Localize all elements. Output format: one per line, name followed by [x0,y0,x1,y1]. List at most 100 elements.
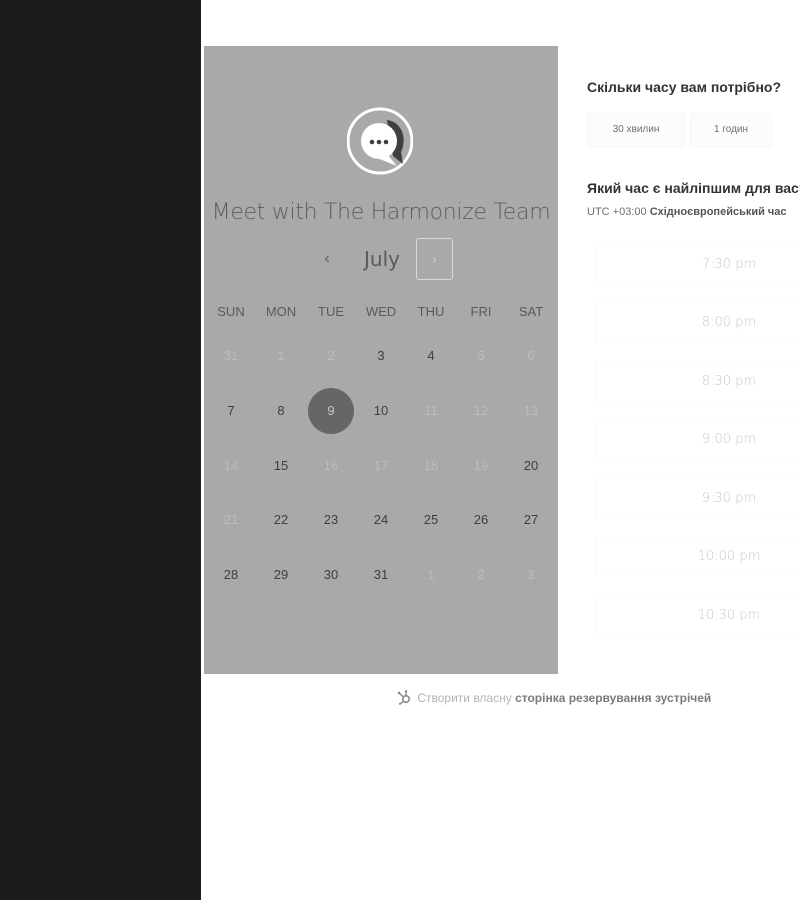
calendar-day[interactable]: 29 [256,548,306,603]
weekday-label: SAT [518,304,544,319]
time-slot-label: 9:30 pm [701,491,757,506]
calendar-day-number: 7 [227,403,235,419]
calendar-day-number: 6 [527,348,535,364]
time-slot-button[interactable]: 10:30 pm [596,595,800,635]
timezone-offset: UTC +03:00 [587,206,647,218]
duration-option-1-hour-button[interactable]: 1 годин [690,113,772,147]
calendar-day-number: 11 [424,403,438,419]
calendar-day-number: 8 [277,403,285,419]
calendar-day-number: 2 [327,348,335,364]
calendar-day-selected[interactable]: 9 [306,384,356,439]
calendar-day[interactable]: 15 [256,438,306,493]
time-slot-button[interactable]: 9:00 pm [596,419,800,459]
time-slot-label: 8:00 pm [701,315,757,330]
calendar-day[interactable]: 27 [506,493,556,548]
calendar-day[interactable]: 4 [406,329,456,384]
calendar-day-number: 12 [473,403,489,419]
calendar-day-number: 23 [323,512,339,528]
calendar-day-number: 9 [308,388,354,435]
timezone-name: Східноєвропейський час [649,206,787,218]
time-slot-button[interactable]: 8:30 pm [596,361,800,401]
calendar-day: 13 [506,384,556,439]
calendar-week-row: 28 29 30 31 1 2 3 [206,548,556,603]
time-slot-button[interactable]: 7:30 pm [596,244,800,284]
calendar-day-number: 17 [373,457,389,473]
calendar-day-number: 16 [323,457,339,473]
calendar-day: 17 [356,438,406,493]
calendar-day-number: 20 [523,457,539,473]
calendar-grid: 31 1 2 3 4 5 6 7 8 9 10 11 12 13 14 15 16 17 18 19 20 21 22 23 2… [206,329,556,602]
footer-promo: Створити власну сторінка резервування зу… [396,689,711,705]
calendar-week-row: 7 8 9 10 11 12 13 [206,384,556,439]
calendar-day: 2 [306,329,356,384]
time-slot-button[interactable]: 9:30 pm [596,478,800,518]
time-slot-label: 10:30 pm [697,608,761,623]
calendar-day-number: 31 [223,348,239,364]
calendar-day[interactable]: 3 [356,329,406,384]
calendar-day[interactable]: 22 [256,493,306,548]
calendar-day-number: 29 [273,567,289,583]
calendar-day: 18 [406,438,456,493]
prev-month-button[interactable]: ‹ [312,238,342,280]
calendar-week-row: 31 1 2 3 4 5 6 [206,329,556,384]
calendar-day: 1 [406,548,456,603]
calendar-day-number: 30 [323,567,339,583]
calendar-day-number: 15 [273,457,289,473]
calendar-day: 6 [506,329,556,384]
calendar-day-number: 26 [473,512,489,528]
calendar-day: 1 [256,329,306,384]
calendar-day-number: 1 [277,348,285,364]
weekday-label: MON [265,304,297,319]
calendar-day-number: 28 [223,567,239,583]
calendar-day-number: 18 [423,457,439,473]
calendar-day: 12 [456,384,506,439]
calendar-day-number: 19 [473,457,489,473]
calendar-day-number: 31 [373,567,389,583]
calendar-day[interactable]: 31 [356,548,406,603]
footer-prefix: Створити власну [417,691,512,705]
calendar-day-number: 3 [377,348,385,364]
calendar-day[interactable]: 24 [356,493,406,548]
calendar-day-number: 5 [477,348,485,364]
duration-option-30-min-button[interactable]: 30 хвилин [587,113,685,147]
time-slot-button[interactable]: 10:00 pm [596,536,800,576]
calendar-day-number: 21 [223,512,239,528]
calendar-day: 11 [406,384,456,439]
calendar-day-number: 25 [423,512,439,528]
calendar-day-number: 22 [273,512,289,528]
sprocket-logo-icon [397,690,411,705]
calendar-day: 2 [456,548,506,603]
month-label: July [364,247,400,271]
weekday-header-row: SUN MON TUE WED THU FRI SAT [206,304,556,319]
calendar-day: 3 [506,548,556,603]
calendar-day-number: 27 [523,512,539,528]
calendar-day: 16 [306,438,356,493]
time-slot-button[interactable]: 8:00 pm [596,302,800,342]
calendar-day[interactable]: 8 [256,384,306,439]
calendar-day[interactable]: 23 [306,493,356,548]
calendar-day-number: 10 [373,403,389,419]
weekday-label: TUE [318,304,344,319]
calendar-day[interactable]: 10 [356,384,406,439]
duration-question: Скільки часу вам потрібно? [587,79,782,95]
time-slot-label: 9:00 pm [701,432,757,447]
calendar-day[interactable]: 25 [406,493,456,548]
calendar-day-number: 1 [427,567,435,583]
meeting-title: Meet with The Harmonize Team [211,200,551,225]
calendar-day[interactable]: 20 [506,438,556,493]
calendar-day[interactable]: 28 [206,548,256,603]
calendar-week-row: 14 15 16 17 18 19 20 [206,438,556,493]
time-question: Який час є найліпшим для вас? [587,180,800,196]
timezone-selector[interactable]: UTC +03:00 Східноєвропейський час [587,206,800,218]
next-month-button[interactable]: › [416,238,453,280]
calendar-day[interactable]: 26 [456,493,506,548]
time-slot-label: 8:30 pm [701,374,757,389]
calendar-day: 5 [456,329,506,384]
calendar-day[interactable]: 7 [206,384,256,439]
weekday-label: SUN [217,304,245,319]
calendar-panel: Meet with The Harmonize Team ‹ July › SU… [204,46,558,674]
footer-link[interactable]: сторінка резервування зустрічей [515,691,711,705]
calendar-day[interactable]: 30 [306,548,356,603]
calendar-day-number: 24 [373,512,389,528]
calendar-day: 14 [206,438,256,493]
